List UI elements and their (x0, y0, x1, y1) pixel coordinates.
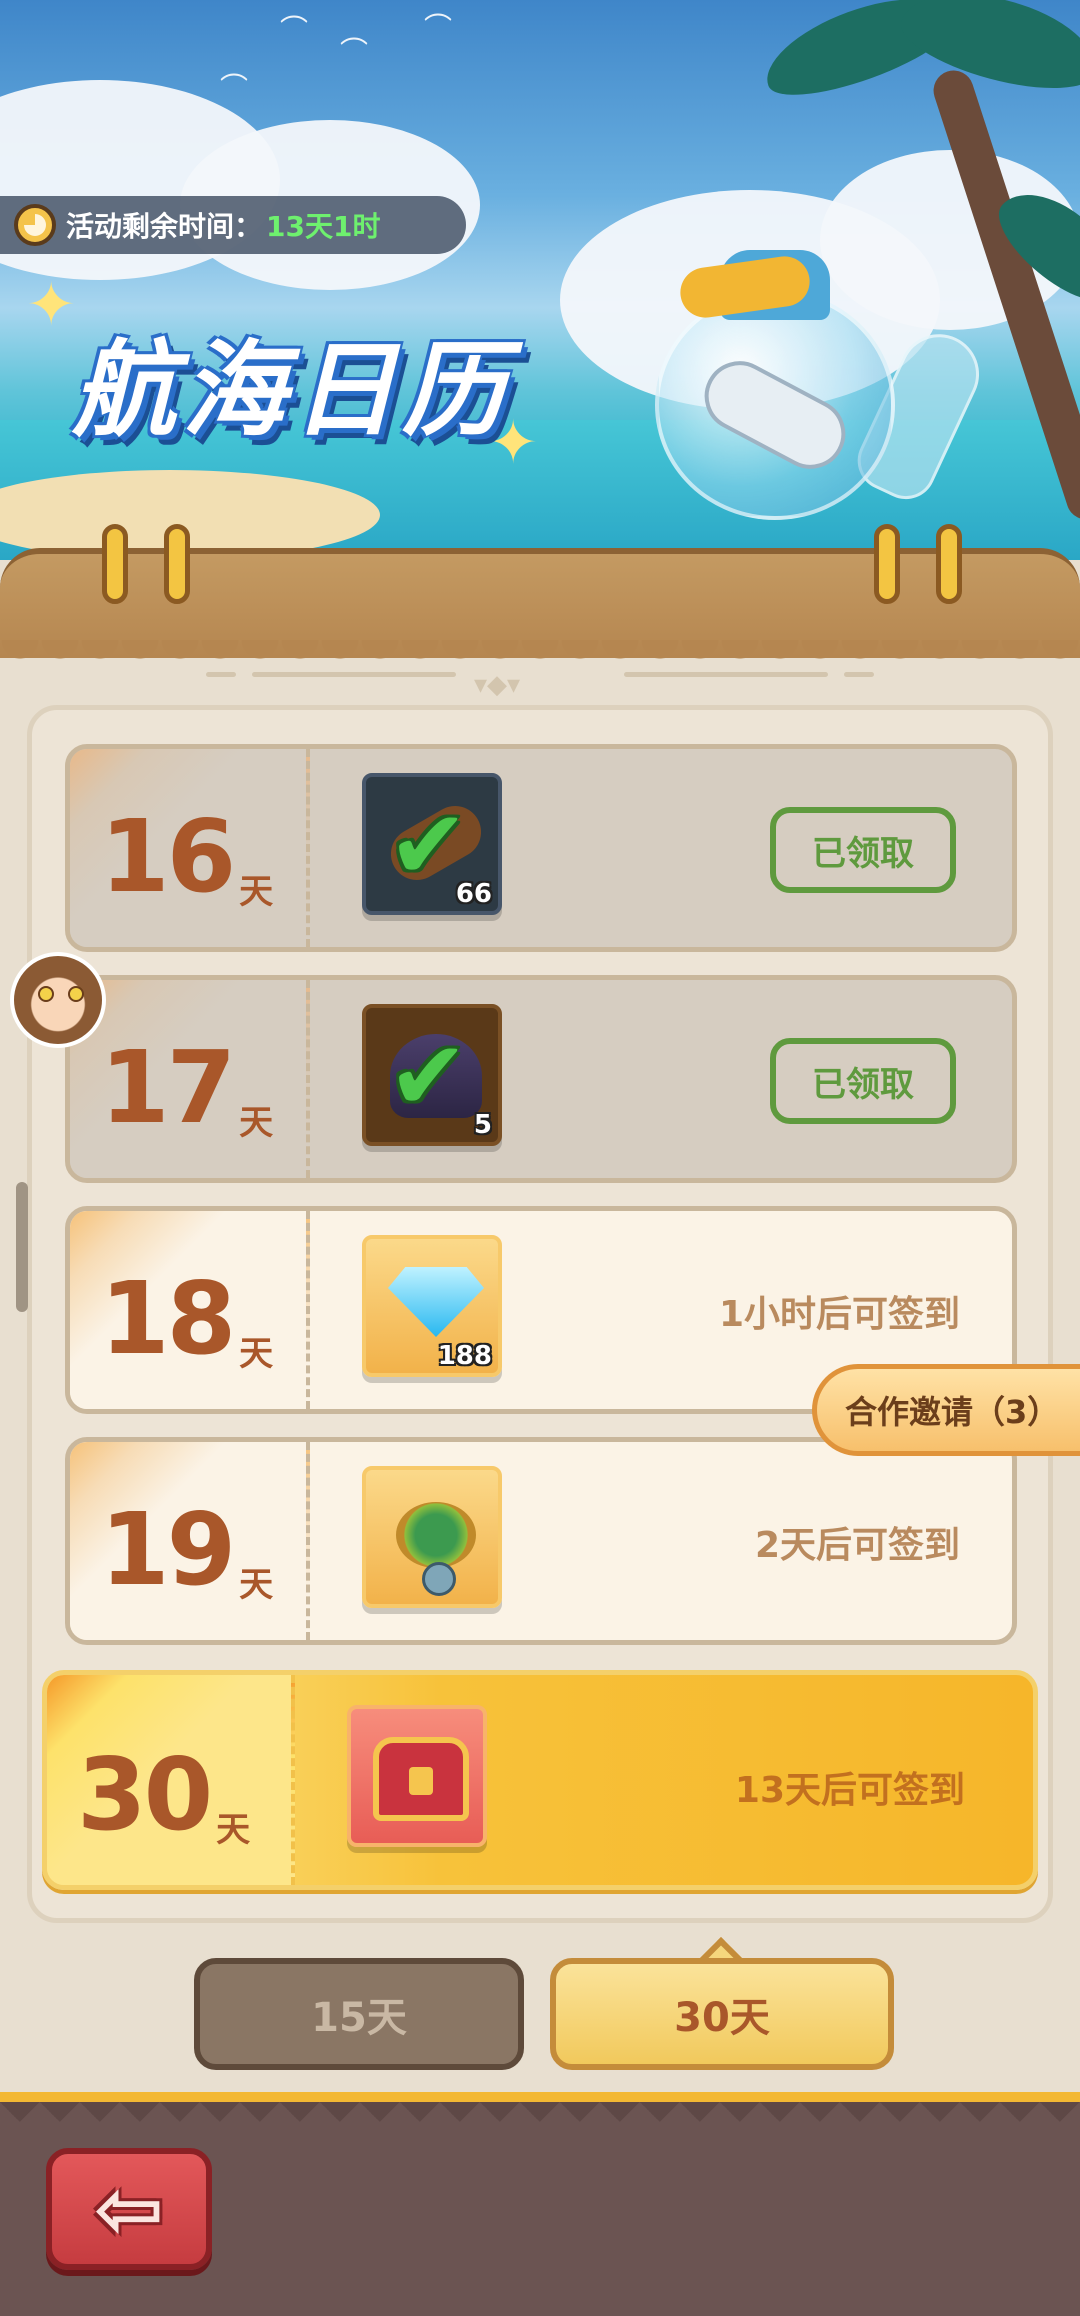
calendar-row: 17 天 ✔ 5 已领取 (65, 975, 1017, 1183)
reward-quantity: 188 (437, 1341, 492, 1371)
bird-icon: ⌒ (280, 13, 309, 46)
day-cell: 30 天 (47, 1675, 295, 1885)
claimed-button[interactable]: 已领取 (770, 807, 956, 893)
reward-item[interactable]: 188 (362, 1235, 502, 1377)
event-timer: 活动剩余时间： 13天1时 (0, 196, 466, 254)
divider (624, 672, 828, 677)
day-cell: 16 天 (70, 749, 310, 947)
diamond-icon (388, 1267, 484, 1337)
reward-item[interactable]: ✔ 5 (362, 1004, 502, 1146)
claimed-button[interactable]: 已领取 (770, 1038, 956, 1124)
binder-ring (164, 524, 190, 604)
day-number: 17 (100, 1029, 236, 1146)
timer-label: 活动剩余时间： (66, 210, 263, 243)
bird-icon: ⌒ (340, 35, 369, 68)
binder-ring (936, 524, 962, 604)
avatar-eye (68, 986, 84, 1002)
compass-icon (396, 1502, 476, 1568)
checkmark-icon: ✔ (388, 1020, 469, 1132)
scrollbar[interactable] (16, 1182, 28, 1312)
binder-ring (874, 524, 900, 604)
clock-icon (14, 204, 56, 246)
day-cell: 17 天 (70, 980, 310, 1178)
divider (844, 672, 874, 677)
invite-button[interactable]: 合作邀请（3） (812, 1364, 1080, 1456)
day-unit: 天 (239, 1334, 274, 1374)
day-number: 16 (100, 798, 236, 915)
avatar-eye (38, 986, 54, 1002)
calendar-row: 16 天 ✔ 66 已领取 (65, 744, 1017, 952)
reward-item[interactable] (362, 1466, 502, 1608)
checkin-status: 2天后可签到 (754, 1525, 960, 1566)
checkin-status: 13天后可签到 (734, 1770, 965, 1811)
reward-item[interactable]: ✔ 66 (362, 773, 502, 915)
day-number: 19 (100, 1491, 236, 1608)
back-button[interactable]: ⇦ (46, 2148, 212, 2270)
divider-ornament: ▾◆▾ (474, 670, 521, 700)
day-unit: 天 (239, 872, 274, 912)
binder-ring (102, 524, 128, 604)
tab-15-days[interactable]: 15天 (194, 1958, 524, 2070)
avatar[interactable] (10, 952, 106, 1048)
reward-quantity: 5 (473, 1110, 492, 1140)
event-banner: ⌒ ⌒ ⌒ ⌒ ✦ ✦ (0, 0, 1080, 560)
timer-value: 13天1时 (266, 210, 381, 243)
day-cell: 19 天 (70, 1442, 310, 1640)
divider (252, 672, 456, 677)
day-number: 18 (100, 1260, 236, 1377)
reward-quantity: 66 (455, 879, 492, 909)
sparkle-icon: ✦ (26, 270, 77, 340)
divider (206, 672, 236, 677)
page-title: 航海日历 (72, 329, 513, 451)
day-unit: 天 (239, 1565, 274, 1605)
bird-icon: ⌒ (220, 71, 249, 104)
checkin-status: 1小时后可签到 (718, 1294, 960, 1335)
day-cell: 18 天 (70, 1211, 310, 1409)
reward-item[interactable] (347, 1705, 487, 1847)
back-arrow-icon: ⇦ (93, 2160, 165, 2258)
binder-scallop (0, 640, 1080, 670)
chest-lock (409, 1767, 433, 1795)
bird-icon: ⌒ (424, 11, 453, 44)
footer-pattern (0, 2102, 1080, 2126)
day-number: 30 (77, 1736, 213, 1853)
tab-30-days[interactable]: 30天 (550, 1958, 894, 2070)
day-unit: 天 (216, 1810, 251, 1850)
calendar-row-final: 30 天 13天后可签到 (42, 1670, 1038, 1890)
compass-base (422, 1562, 456, 1596)
day-unit: 天 (239, 1103, 274, 1143)
calendar-row: 19 天 2天后可签到 (65, 1437, 1017, 1645)
